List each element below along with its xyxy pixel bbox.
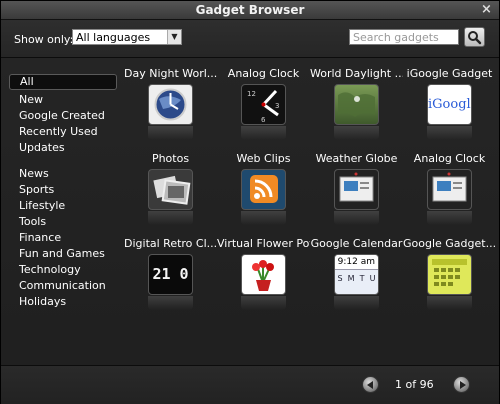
calendar-time: 9:12 am	[335, 255, 378, 270]
calendar-time-text: 9:12 am	[337, 257, 375, 267]
gadget-tile[interactable]: Weather Globe	[310, 152, 403, 232]
gadget-name: Google Gadget...	[403, 237, 496, 250]
chevron-left-icon	[367, 381, 373, 389]
chevron-down-icon: ▼	[167, 30, 181, 44]
reflection	[427, 296, 472, 310]
gadget-name: iGoogle Gadget	[406, 67, 493, 80]
gadget-tile[interactable]: Day Night Worl...	[124, 67, 217, 147]
chevron-right-icon	[460, 381, 466, 389]
window-title: Gadget Browser	[195, 3, 305, 17]
gadget-name: Weather Globe	[315, 152, 398, 165]
language-select[interactable]: All languages ▼	[72, 29, 182, 45]
reflection	[148, 126, 193, 140]
page-indicator: 1 of 96	[395, 378, 434, 391]
rss-icon	[241, 169, 286, 210]
show-only-label: Show only:	[14, 33, 74, 46]
digital-clock-digits: 21 0	[152, 265, 189, 283]
gadget-tile[interactable]: iGoogle Gadget iGoogle	[403, 67, 496, 147]
svg-text:3: 3	[275, 102, 279, 110]
analog-clock-icon: 12 3 6	[241, 84, 286, 125]
pager-bar: 1 of 96	[1, 365, 499, 404]
next-page-button[interactable]	[453, 376, 470, 393]
reflection	[427, 126, 472, 140]
igoogle-logo: iGoogle	[428, 97, 471, 112]
category-technology[interactable]: Technology	[9, 262, 117, 278]
gadget-calendar-icon	[427, 254, 472, 295]
gadget-name: Analog Clock	[413, 152, 486, 165]
gadget-tile[interactable]: Photos	[124, 152, 217, 232]
reflection	[148, 211, 193, 225]
title-bar: Gadget Browser ×	[1, 1, 499, 20]
category-holidays[interactable]: Holidays	[9, 294, 117, 310]
category-google-created[interactable]: Google Created	[9, 108, 117, 124]
calendar-icon: 9:12 am S M T U	[334, 254, 379, 295]
previous-page-button[interactable]	[362, 376, 379, 393]
gadget-tile[interactable]: Digital Retro Cl... 21 0	[124, 237, 217, 317]
category-all[interactable]: All	[9, 74, 117, 90]
gadget-tile[interactable]: Virtual Flower Pot	[217, 237, 310, 317]
search-icon	[468, 31, 482, 45]
category-divider	[9, 156, 117, 166]
category-sports[interactable]: Sports	[9, 182, 117, 198]
gadget-name: Digital Retro Cl...	[124, 237, 217, 250]
gadget-tile[interactable]: Google Gadget...	[403, 237, 496, 317]
photos-icon	[148, 169, 193, 210]
gadget-name: Analog Clock	[227, 67, 300, 80]
analog-clock-icon	[427, 169, 472, 210]
close-icon[interactable]: ×	[480, 3, 493, 16]
category-tools[interactable]: Tools	[9, 214, 117, 230]
category-recently-used[interactable]: Recently Used	[9, 124, 117, 140]
gadget-name: Virtual Flower Pot	[217, 237, 310, 250]
reflection	[334, 211, 379, 225]
gadget-name: Web Clips	[236, 152, 291, 165]
calendar-days: S M T U	[335, 270, 378, 283]
reflection	[241, 296, 286, 310]
igoogle-icon: iGoogle	[427, 84, 472, 125]
language-select-value: All languages	[76, 31, 151, 44]
category-finance[interactable]: Finance	[9, 230, 117, 246]
category-sidebar: All New Google Created Recently Used Upd…	[9, 74, 117, 310]
gadget-name: Day Night Worl...	[124, 67, 217, 80]
reflection	[334, 296, 379, 310]
category-fun-and-games[interactable]: Fun and Games	[9, 246, 117, 262]
search-button[interactable]	[464, 27, 485, 47]
reflection	[148, 296, 193, 310]
category-updates[interactable]: Updates	[9, 140, 117, 156]
svg-text:6: 6	[261, 116, 266, 124]
toolbar: Show only: All languages ▼	[1, 20, 499, 58]
calendar-day: T	[359, 274, 365, 283]
category-new[interactable]: New	[9, 92, 117, 108]
calendar-day: U	[369, 274, 376, 283]
gadget-browser-window: Gadget Browser × Show only: All language…	[0, 0, 500, 404]
weather-globe-icon	[334, 169, 379, 210]
gadget-tile[interactable]: Web Clips	[217, 152, 310, 232]
category-news[interactable]: News	[9, 166, 117, 182]
calendar-day: S	[337, 274, 343, 283]
flower-pot-icon	[241, 254, 286, 295]
gadget-tile[interactable]: Google Calendar 9:12 am S M T U	[310, 237, 403, 317]
reflection	[241, 211, 286, 225]
svg-text:12: 12	[247, 90, 256, 98]
world-daylight-icon	[334, 84, 379, 125]
reflection	[241, 126, 286, 140]
reflection	[427, 211, 472, 225]
gadget-name: World Daylight ...	[310, 67, 403, 80]
gadget-name: Google Calendar	[310, 237, 403, 250]
gadget-tile[interactable]: Analog Clock 12 3 6	[217, 67, 310, 147]
category-lifestyle[interactable]: Lifestyle	[9, 198, 117, 214]
gadget-tile[interactable]: Analog Clock	[403, 152, 496, 232]
calendar-day: M	[347, 274, 355, 283]
day-night-world-icon	[148, 84, 193, 125]
search-input[interactable]	[349, 29, 459, 45]
digital-retro-clock-icon: 21 0	[148, 254, 193, 295]
reflection	[334, 126, 379, 140]
gadget-name: Photos	[151, 152, 190, 165]
gadget-tile[interactable]: World Daylight ...	[310, 67, 403, 147]
category-communication[interactable]: Communication	[9, 278, 117, 294]
